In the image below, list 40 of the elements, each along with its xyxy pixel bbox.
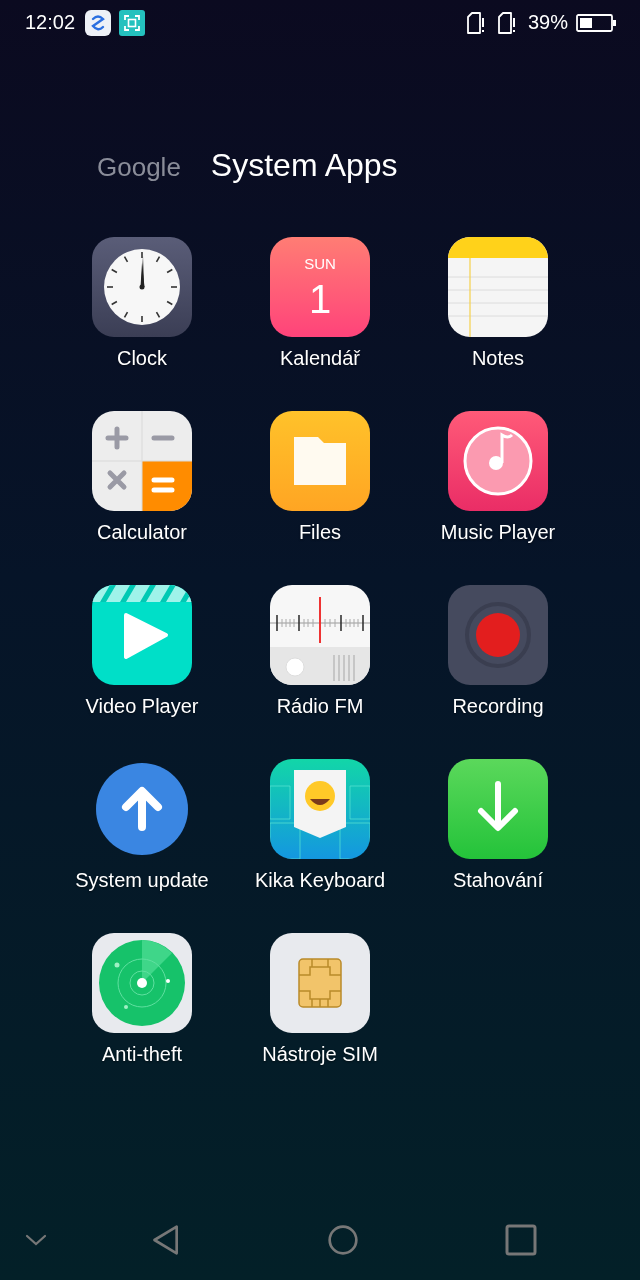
app-label[interactable]: Clock [117,347,167,370]
radio-icon[interactable] [270,585,370,685]
app-label[interactable]: Nástroje SIM [262,1043,378,1066]
download-icon[interactable] [448,759,548,859]
notification-app-icon [85,9,112,36]
app-label[interactable]: Kika Keyboard [254,869,386,892]
battery-percent: 39% [527,11,568,34]
record-icon[interactable] [448,585,548,685]
home-icon[interactable] [327,1224,359,1256]
clock-icon[interactable] [92,237,192,337]
calculator-icon[interactable] [92,411,192,511]
battery-icon [576,13,616,32]
keyboard-icon[interactable] [270,759,370,859]
sim-alert-icon [465,11,486,34]
sim-chip-icon[interactable] [270,933,370,1033]
notepad-icon[interactable] [448,237,548,337]
app-label[interactable]: System update [75,869,209,892]
app-label[interactable]: Notes [471,347,525,370]
app-label[interactable]: Stahování [452,869,544,892]
app-label[interactable]: Kalendář [279,347,361,370]
app-label[interactable]: Files [298,521,342,544]
calendar-date: 1 [307,277,333,321]
screenshot-icon [119,9,146,36]
status-time: 12:02 [25,11,76,34]
play-icon[interactable] [92,585,192,685]
recents-icon[interactable] [505,1224,537,1256]
chevron-down-icon[interactable] [24,1233,48,1247]
folder-icon[interactable] [270,411,370,511]
calendar-day: SUN [300,255,340,272]
app-label[interactable]: Video Player [85,695,199,718]
calendar-icon[interactable] [270,237,370,337]
app-label[interactable]: Music Player [440,521,556,544]
app-label[interactable]: Recording [452,695,544,718]
sim-alert-icon [496,11,517,34]
app-label[interactable]: Anti-theft [101,1043,182,1066]
app-label[interactable]: Calculator [96,521,187,544]
folder-tab[interactable]: System Apps [210,147,398,184]
folder-tab[interactable]: Google [97,152,181,183]
radar-icon[interactable] [92,933,192,1033]
app-label[interactable]: Rádio FM [276,695,364,718]
